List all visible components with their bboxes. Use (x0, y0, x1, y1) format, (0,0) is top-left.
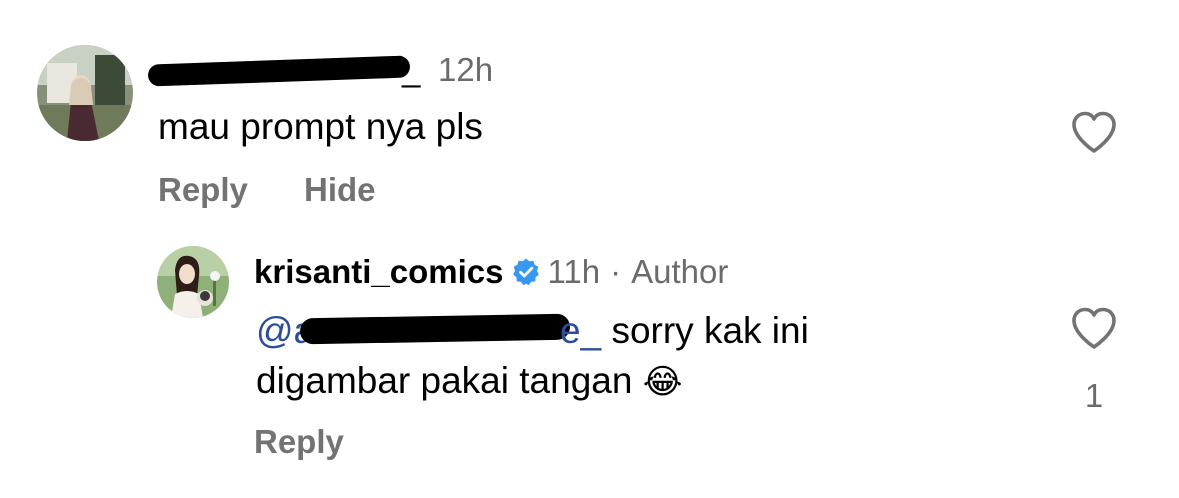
username-tail[interactable]: _ (402, 50, 420, 90)
reply-button[interactable]: Reply (254, 422, 344, 462)
commenter-avatar[interactable] (37, 45, 133, 141)
comment-text: mau prompt nya pls (158, 106, 483, 147)
reply-text-line2: digambar pakai tangan 😂 (256, 358, 682, 405)
like-count: 1 (1084, 377, 1104, 414)
author-avatar[interactable] (157, 246, 229, 318)
reply-text-line1: e_ sorry kak ini (560, 308, 809, 354)
reply-button[interactable]: Reply (158, 170, 248, 210)
reply-text-content: sorry kak ini (611, 310, 809, 351)
avatar-photo (157, 246, 229, 318)
hide-button[interactable]: Hide (304, 170, 376, 210)
redacted-mention (299, 313, 571, 345)
avatar-photo (37, 45, 133, 141)
reply-text-content-2: digambar pakai tangan (256, 360, 633, 401)
heart-icon[interactable] (1070, 306, 1118, 350)
reply-header: krisanti_comics 11h · Author (254, 252, 728, 292)
heart-icon[interactable] (1070, 110, 1118, 154)
author-label: Author (631, 253, 729, 290)
laughing-emoji: 😂 (642, 363, 683, 401)
verified-badge-icon (513, 258, 540, 286)
mention-suffix[interactable]: e_ (560, 310, 601, 351)
reply-timestamp: 11h (547, 253, 601, 290)
author-username[interactable]: krisanti_comics (254, 253, 503, 290)
redacted-username (147, 55, 411, 87)
separator-dot: · (610, 253, 622, 290)
comment-timestamp: 12h (438, 51, 494, 88)
